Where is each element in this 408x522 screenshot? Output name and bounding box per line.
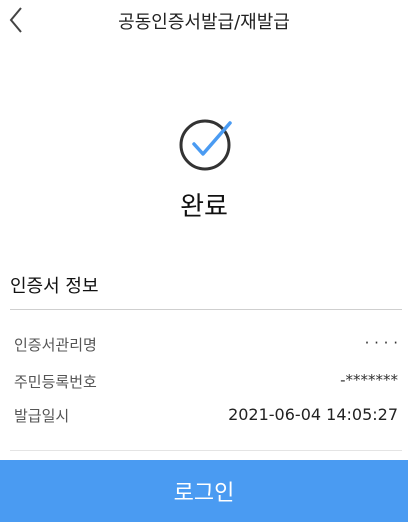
cert-name-label: 인증서관리명 (14, 336, 97, 354)
section-title: 인증서 정보 (10, 276, 99, 297)
info-row-issue-date: 발급일시 2021-06-04 14:05:27 (14, 405, 398, 431)
bottom-divider (10, 450, 402, 451)
resident-number-label: 주민등록번호 (14, 373, 97, 391)
info-row-resident-number: 주민등록번호 -******* (14, 371, 398, 397)
header: 공동인증서발급/재발급 (0, 0, 408, 42)
cert-name-value: · · · · (364, 334, 398, 352)
status-label: 완료 (180, 192, 228, 222)
issue-date-value: 2021-06-04 14:05:27 (228, 405, 398, 424)
login-button[interactable]: 로그인 (0, 460, 408, 522)
check-circle-icon (179, 119, 232, 171)
app-screen: 공동인증서발급/재발급 완료 인증서 정보 인증서관리명 · · · · 주민등… (0, 0, 408, 522)
section-divider (10, 309, 402, 310)
issue-date-label: 발급일시 (14, 407, 70, 425)
page-title: 공동인증서발급/재발급 (118, 12, 290, 33)
resident-number-value: -******* (340, 371, 398, 389)
info-row-cert-name: 인증서관리명 · · · · (14, 334, 398, 360)
